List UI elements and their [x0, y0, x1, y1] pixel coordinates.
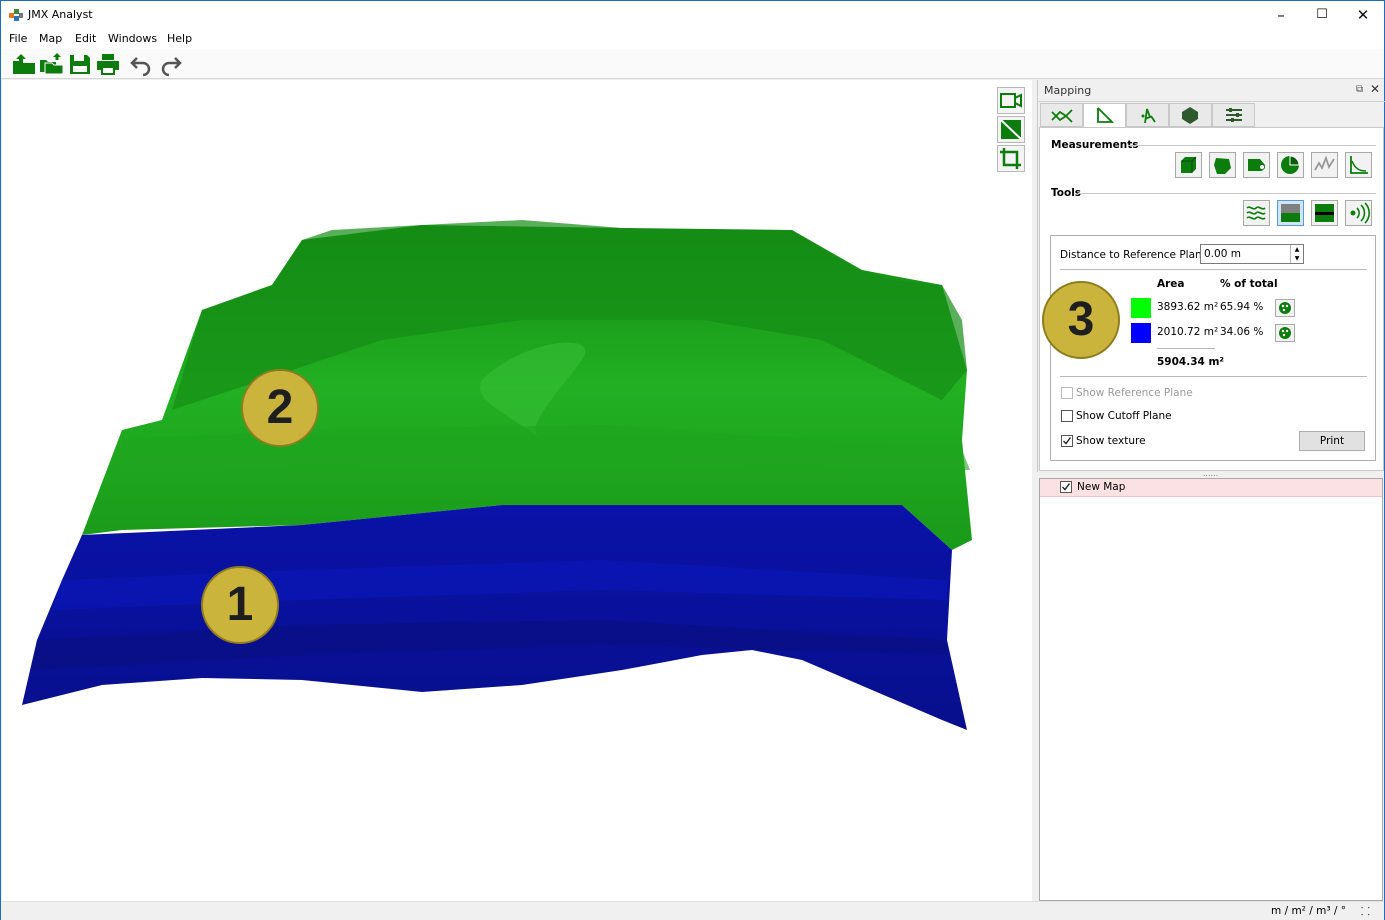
show-cutoff-plane-label: Show Cutoff Plane: [1076, 410, 1172, 422]
measure-mode-icon[interactable]: ⸬: [1361, 904, 1370, 919]
tab-measurement[interactable]: [1083, 103, 1126, 128]
main-toolbar: [1, 49, 1384, 79]
camera-icon[interactable]: [997, 87, 1025, 114]
print-icon[interactable]: [95, 52, 121, 76]
crop-icon[interactable]: [997, 145, 1025, 172]
window-title: JMX Analyst: [28, 8, 93, 21]
area-value: 2010.72 m²: [1157, 326, 1219, 338]
print-button[interactable]: Print: [1299, 431, 1365, 451]
color-swatch-below: [1131, 323, 1151, 343]
polygon-area-icon[interactable]: [1209, 152, 1236, 178]
contour-lines-icon[interactable]: [1243, 200, 1270, 226]
float-icon[interactable]: ⧉: [1356, 84, 1363, 95]
open-folder-icon[interactable]: [11, 52, 37, 76]
tab-volume[interactable]: [1169, 103, 1212, 127]
divider: [1157, 348, 1215, 349]
open-multiple-icon[interactable]: [39, 52, 65, 76]
show-texture-label: Show texture: [1076, 435, 1146, 447]
signal-waves-icon[interactable]: [1345, 200, 1372, 226]
close-panel-icon[interactable]: ✕: [1370, 82, 1380, 96]
app-logo-icon: [9, 9, 23, 21]
percent-value: 34.06 %: [1220, 326, 1264, 338]
tab-settings[interactable]: [1212, 103, 1255, 127]
menu-bar: File Map Edit Windows Help: [1, 29, 1384, 49]
title-bar: JMX Analyst – ☐ ✕: [1, 1, 1384, 29]
percent-value: 65.94 %: [1220, 301, 1264, 313]
terrain-model: [22, 220, 972, 730]
volume-cube-icon[interactable]: [1175, 152, 1202, 178]
divider: [1060, 269, 1367, 270]
slope-angle-icon[interactable]: [1345, 152, 1372, 178]
minimize-button[interactable]: –: [1260, 1, 1302, 29]
units-indicator: m / m² / m³ / °: [1271, 905, 1346, 917]
plane-tool-icon[interactable]: [997, 116, 1025, 143]
menu-edit[interactable]: Edit: [75, 32, 96, 45]
distance-label: Distance to Reference Plane:: [1060, 249, 1212, 261]
layer-item[interactable]: New Map: [1040, 479, 1382, 497]
panel-header: Mapping ⧉ ✕: [1038, 80, 1385, 102]
save-icon[interactable]: [67, 52, 93, 76]
layers-panel: New Map: [1039, 478, 1383, 901]
close-button[interactable]: ✕: [1342, 1, 1384, 29]
redo-icon[interactable]: [157, 52, 183, 77]
area-selection-icon[interactable]: [1243, 152, 1270, 178]
area-value: 3893.62 m²: [1157, 301, 1219, 313]
percent-header: % of total: [1220, 278, 1278, 290]
divider: [1128, 145, 1376, 146]
show-cutoff-plane-checkbox[interactable]: [1061, 410, 1073, 422]
palette-icon[interactable]: [1275, 324, 1295, 342]
cutoff-plane-icon[interactable]: [1311, 200, 1338, 226]
total-area: 5904.34 m²: [1157, 356, 1225, 368]
menu-file[interactable]: File: [9, 32, 27, 45]
tab-profile[interactable]: [1040, 103, 1083, 127]
status-bar: m / m² / m³ / ° ⸬: [1, 901, 1384, 920]
layer-label: New Map: [1077, 481, 1126, 493]
marker-3: 3: [1042, 281, 1120, 359]
divider: [1078, 193, 1376, 194]
menu-windows[interactable]: Windows: [108, 32, 157, 45]
area-header: Area: [1157, 278, 1185, 290]
maximize-button[interactable]: ☐: [1301, 1, 1343, 29]
menu-help[interactable]: Help: [167, 32, 192, 45]
palette-icon[interactable]: [1275, 299, 1295, 317]
measurements-label: Measurements: [1051, 139, 1139, 151]
panel-title: Mapping: [1044, 84, 1092, 97]
tab-vegetation[interactable]: [1126, 103, 1169, 127]
profile-line-icon[interactable]: [1311, 152, 1338, 178]
undo-icon[interactable]: [129, 52, 155, 77]
map-viewport[interactable]: 1 2: [2, 80, 1032, 901]
tools-label: Tools: [1051, 187, 1082, 199]
distance-input[interactable]: [1200, 244, 1304, 264]
reference-plane-icon[interactable]: [1277, 200, 1304, 226]
mapping-panel: Mapping ⧉ ✕ Measurements Tools Distance …: [1037, 80, 1385, 472]
marker-1: 1: [201, 566, 279, 644]
app-window: JMX Analyst – ☐ ✕ File Map Edit Windows …: [0, 0, 1385, 920]
distance-spinner[interactable]: ▲ ▼: [1290, 245, 1303, 263]
show-reference-plane-label: Show Reference Plane: [1076, 387, 1193, 399]
menu-map[interactable]: Map: [39, 32, 62, 45]
layer-visibility-checkbox[interactable]: [1060, 481, 1072, 493]
terrain-below-plane: [22, 505, 967, 730]
pie-chart-icon[interactable]: [1277, 152, 1304, 178]
color-swatch-above: [1131, 298, 1151, 318]
marker-2: 2: [241, 369, 319, 447]
show-texture-checkbox[interactable]: [1061, 435, 1073, 447]
divider: [1060, 376, 1367, 377]
show-reference-plane-checkbox[interactable]: [1061, 387, 1073, 399]
